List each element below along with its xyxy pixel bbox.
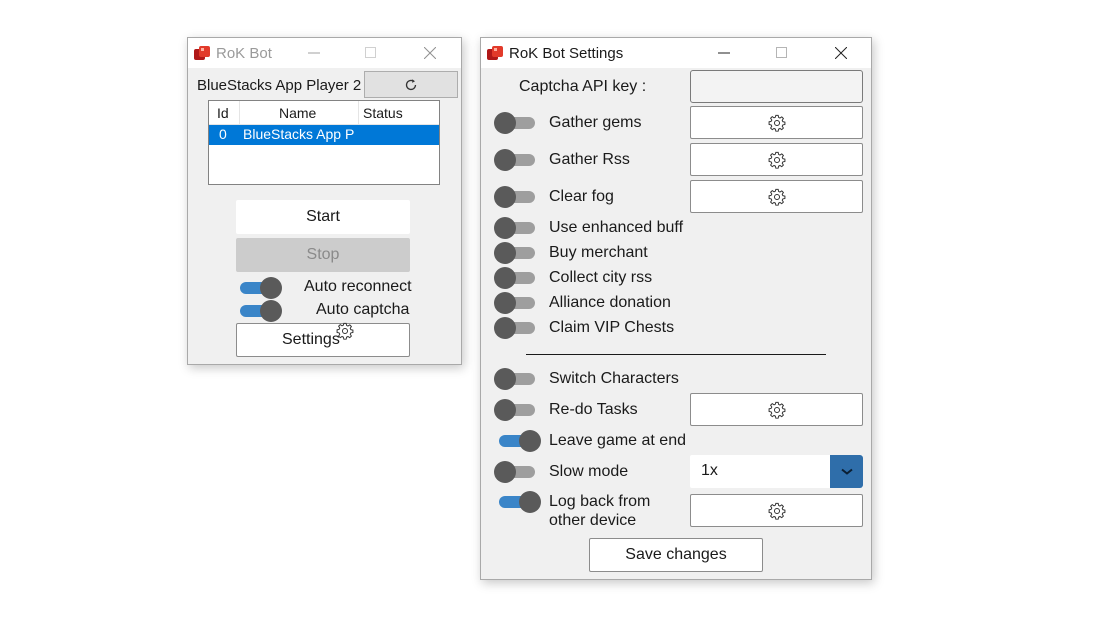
enhanced-buff-label: Use enhanced buff <box>549 219 684 236</box>
minimize-button[interactable] <box>291 38 337 68</box>
clear-fog-label: Clear fog <box>549 188 614 205</box>
maximize-icon <box>365 47 376 58</box>
gear-icon <box>768 114 785 132</box>
claim-vip-chests-toggle[interactable] <box>494 317 537 339</box>
rok-bot-window: RoK Bot BlueStacks App Player 2 Id Name … <box>187 37 462 365</box>
alliance-donation-label: Alliance donation <box>549 294 671 311</box>
log-back-settings-button[interactable] <box>690 494 863 527</box>
refresh-button[interactable] <box>364 71 458 98</box>
leave-game-toggle[interactable] <box>499 430 541 452</box>
redo-tasks-label: Re-do Tasks <box>549 401 638 418</box>
settings-window: RoK Bot Settings Captcha API key : Gathe… <box>480 37 872 580</box>
title-bar[interactable]: RoK Bot Settings <box>481 38 871 68</box>
redo-tasks-settings-button[interactable] <box>690 393 863 426</box>
refresh-icon <box>405 79 417 91</box>
section-divider <box>526 354 826 355</box>
row-name: BlueStacks App P <box>243 126 355 142</box>
settings-button[interactable]: Settings <box>236 322 410 357</box>
leave-game-label: Leave game at end <box>549 432 686 449</box>
buy-merchant-toggle[interactable] <box>494 242 537 264</box>
redo-tasks-toggle[interactable] <box>494 399 537 421</box>
auto-captcha-label: Auto captcha <box>316 301 410 318</box>
log-back-toggle[interactable] <box>499 491 541 513</box>
claim-vip-chests-label: Claim VIP Chests <box>549 319 675 336</box>
window-title: RoK Bot <box>216 45 272 62</box>
close-icon <box>835 47 847 59</box>
app-icon <box>194 46 210 60</box>
slow-mode-label: Slow mode <box>549 463 629 480</box>
buy-merchant-label: Buy merchant <box>549 244 648 261</box>
column-divider <box>358 101 359 124</box>
window-title: RoK Bot Settings <box>509 45 624 62</box>
close-button[interactable] <box>818 38 864 68</box>
minimize-icon <box>718 52 730 54</box>
slow-mode-dropdown-button[interactable] <box>830 455 863 488</box>
slow-mode-select[interactable]: 1x <box>690 455 863 488</box>
captcha-api-key-input[interactable] <box>690 70 863 103</box>
start-button[interactable]: Start <box>236 200 410 234</box>
log-back-label-line2: other device <box>549 512 637 529</box>
switch-characters-toggle[interactable] <box>494 368 537 390</box>
column-header-status[interactable]: Status <box>363 105 403 121</box>
save-changes-button[interactable]: Save changes <box>589 538 763 572</box>
close-button[interactable] <box>407 38 453 68</box>
table-header: Id Name Status <box>209 101 439 125</box>
alliance-donation-toggle[interactable] <box>494 292 537 314</box>
collect-city-rss-toggle[interactable] <box>494 267 537 289</box>
gear-icon <box>768 188 785 206</box>
device-table: Id Name Status 0 BlueStacks App P <box>208 100 440 185</box>
stop-button[interactable]: Stop <box>236 238 410 272</box>
column-header-id[interactable]: Id <box>217 105 229 121</box>
enhanced-buff-toggle[interactable] <box>494 217 537 239</box>
log-back-label-line1: Log back from <box>549 493 651 510</box>
clear-fog-settings-button[interactable] <box>690 180 863 213</box>
maximize-button[interactable] <box>759 38 805 68</box>
gear-icon <box>768 502 785 520</box>
row-id: 0 <box>219 126 227 142</box>
stop-button-label: Stop <box>306 246 340 263</box>
maximize-button[interactable] <box>348 38 394 68</box>
auto-captcha-toggle[interactable] <box>240 300 282 322</box>
title-bar[interactable]: RoK Bot <box>188 38 461 68</box>
chevron-down-icon <box>841 468 853 475</box>
slow-mode-value: 1x <box>701 462 718 479</box>
gather-rss-toggle[interactable] <box>494 149 537 171</box>
start-button-label: Start <box>306 208 340 225</box>
column-divider <box>239 101 240 124</box>
gather-gems-settings-button[interactable] <box>690 106 863 139</box>
gather-rss-settings-button[interactable] <box>690 143 863 176</box>
collect-city-rss-label: Collect city rss <box>549 269 653 286</box>
gather-rss-label: Gather Rss <box>549 151 630 168</box>
table-row[interactable]: 0 BlueStacks App P <box>209 125 439 145</box>
close-icon <box>424 47 436 59</box>
gear-icon <box>768 151 785 169</box>
gather-gems-toggle[interactable] <box>494 112 537 134</box>
switch-characters-label: Switch Characters <box>549 370 679 387</box>
gather-gems-label: Gather gems <box>549 114 642 131</box>
captcha-api-key-label: Captcha API key : <box>519 78 647 95</box>
minimize-button[interactable] <box>701 38 747 68</box>
auto-reconnect-toggle[interactable] <box>240 277 282 299</box>
gear-icon <box>768 401 785 419</box>
settings-button-label: Settings <box>282 331 340 348</box>
maximize-icon <box>776 47 787 58</box>
device-dropdown[interactable]: BlueStacks App Player 2 <box>197 77 361 94</box>
auto-reconnect-label: Auto reconnect <box>304 278 412 295</box>
clear-fog-toggle[interactable] <box>494 186 537 208</box>
slow-mode-toggle[interactable] <box>494 461 537 483</box>
app-icon <box>487 46 503 60</box>
gear-icon <box>336 322 354 340</box>
minimize-icon <box>308 52 320 54</box>
save-changes-label: Save changes <box>625 546 727 563</box>
column-header-name[interactable]: Name <box>279 105 316 121</box>
